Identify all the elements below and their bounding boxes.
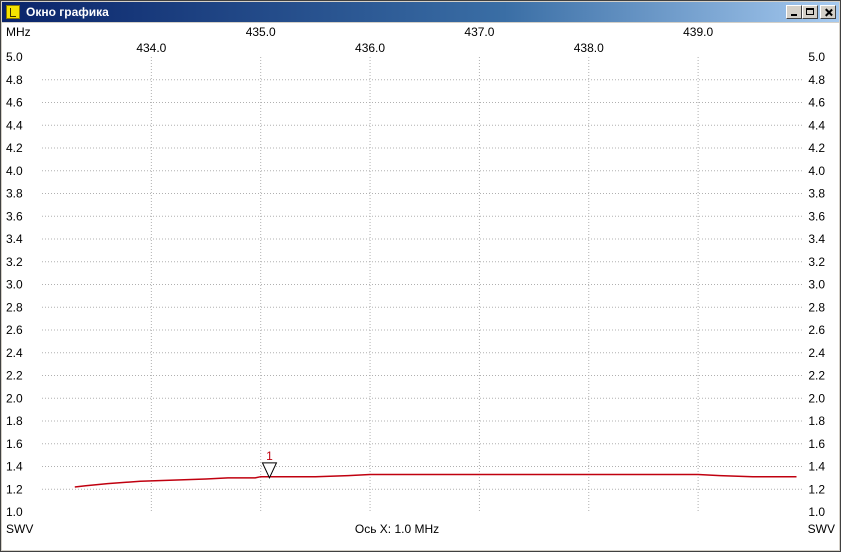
x-tick-labels: 435.0 437.0 439.0 434.0 436.0 438.0 bbox=[136, 25, 713, 55]
y-tick-label-right: 2.4 bbox=[808, 346, 825, 360]
chart-app-icon[interactable] bbox=[6, 5, 20, 19]
y-tick-label-left: 3.6 bbox=[6, 209, 23, 223]
x-tick-label: 437.0 bbox=[464, 25, 494, 39]
x-tick-label: 435.0 bbox=[246, 25, 276, 39]
y-tick-label-right: 1.6 bbox=[808, 437, 825, 451]
y-tick-label-left: 2.6 bbox=[6, 323, 23, 337]
maximize-icon[interactable] bbox=[802, 5, 818, 19]
y-tick-label-left: 3.8 bbox=[6, 187, 23, 201]
y-tick-label-right: 2.0 bbox=[808, 391, 825, 405]
y-tick-label-right: 1.8 bbox=[808, 414, 825, 428]
x-unit-label: MHz bbox=[6, 25, 31, 39]
chart-area[interactable]: MHz 435.0 437.0 439.0 434.0 436.0 438.0 5.0 5.… bbox=[2, 23, 839, 550]
y-tick-label-right: 2.8 bbox=[808, 300, 825, 314]
marker-label: 1 bbox=[266, 449, 273, 463]
y-tick-label-right: 5.0 bbox=[808, 50, 825, 64]
y-tick-label-left: 1.8 bbox=[6, 414, 23, 428]
minimize-icon[interactable] bbox=[786, 5, 802, 19]
y-tick-label-right: 3.4 bbox=[808, 232, 825, 246]
marker-triangle[interactable] bbox=[261, 462, 278, 480]
y-tick-label-left: 1.6 bbox=[6, 437, 23, 451]
title-bar[interactable]: Окно графика bbox=[2, 2, 839, 22]
y-tick-label-right: 3.6 bbox=[808, 209, 825, 223]
window-title: Окно графика bbox=[26, 5, 109, 19]
y-tick-label-right: 2.2 bbox=[808, 369, 825, 383]
y-tick-label-right: 4.6 bbox=[808, 96, 825, 110]
y-tick-label-right: 3.2 bbox=[808, 255, 825, 269]
y-tick-label-right: 3.8 bbox=[808, 187, 825, 201]
x-axis-label: Ось X: 1.0 MHz bbox=[355, 522, 439, 536]
y-tick-label-right: 1.2 bbox=[808, 482, 825, 496]
x-tick-label: 438.0 bbox=[574, 41, 604, 55]
y-tick-label-left: 5.0 bbox=[6, 50, 23, 64]
y-tick-label-left: 2.0 bbox=[6, 391, 23, 405]
close-icon[interactable] bbox=[820, 5, 836, 19]
chart-window: Окно графика MHz 435.0 437.0 439.0 434.0 436… bbox=[0, 0, 841, 552]
y-tick-label-left: 4.0 bbox=[6, 164, 23, 178]
y-tick-label-left: 3.4 bbox=[6, 232, 23, 246]
y-tick-label-left: 2.2 bbox=[6, 369, 23, 383]
y-tick-label-right: 4.0 bbox=[808, 164, 825, 178]
y-tick-label-left: 4.6 bbox=[6, 96, 23, 110]
swr-trace bbox=[74, 473, 797, 488]
y-tick-label-left: 2.8 bbox=[6, 300, 23, 314]
x-tick-label: 439.0 bbox=[683, 25, 713, 39]
y-axis-label-left: SWV bbox=[6, 522, 33, 536]
y-tick-label-right: 4.4 bbox=[808, 118, 825, 132]
x-tick-label: 436.0 bbox=[355, 41, 385, 55]
markers[interactable]: 1 bbox=[261, 449, 278, 480]
y-tick-label-right: 4.2 bbox=[808, 141, 825, 155]
y-tick-label-left: 4.4 bbox=[6, 118, 23, 132]
y-tick-label-right: 1.0 bbox=[808, 505, 825, 519]
y-tick-label-left: 1.2 bbox=[6, 482, 23, 496]
y-tick-label-right: 1.4 bbox=[808, 460, 825, 474]
x-tick-label: 434.0 bbox=[136, 41, 166, 55]
y-tick-label-left: 3.0 bbox=[6, 278, 23, 292]
y-tick-label-left: 1.4 bbox=[6, 460, 23, 474]
y-tick-label-left: 1.0 bbox=[6, 505, 23, 519]
y-tick-label-right: 3.0 bbox=[808, 278, 825, 292]
y-tick-label-left: 2.4 bbox=[6, 346, 23, 360]
y-axis-label-right: SWV bbox=[808, 522, 835, 536]
y-tick-label-left: 4.2 bbox=[6, 141, 23, 155]
grid bbox=[42, 57, 802, 512]
y-tick-label-right: 2.6 bbox=[808, 323, 825, 337]
y-tick-label-left: 3.2 bbox=[6, 255, 23, 269]
swr-chart[interactable]: MHz 435.0 437.0 439.0 434.0 436.0 438.0 5.0 5.… bbox=[2, 23, 839, 550]
y-tick-label-right: 4.8 bbox=[808, 73, 825, 87]
y-tick-label-left: 4.8 bbox=[6, 73, 23, 87]
